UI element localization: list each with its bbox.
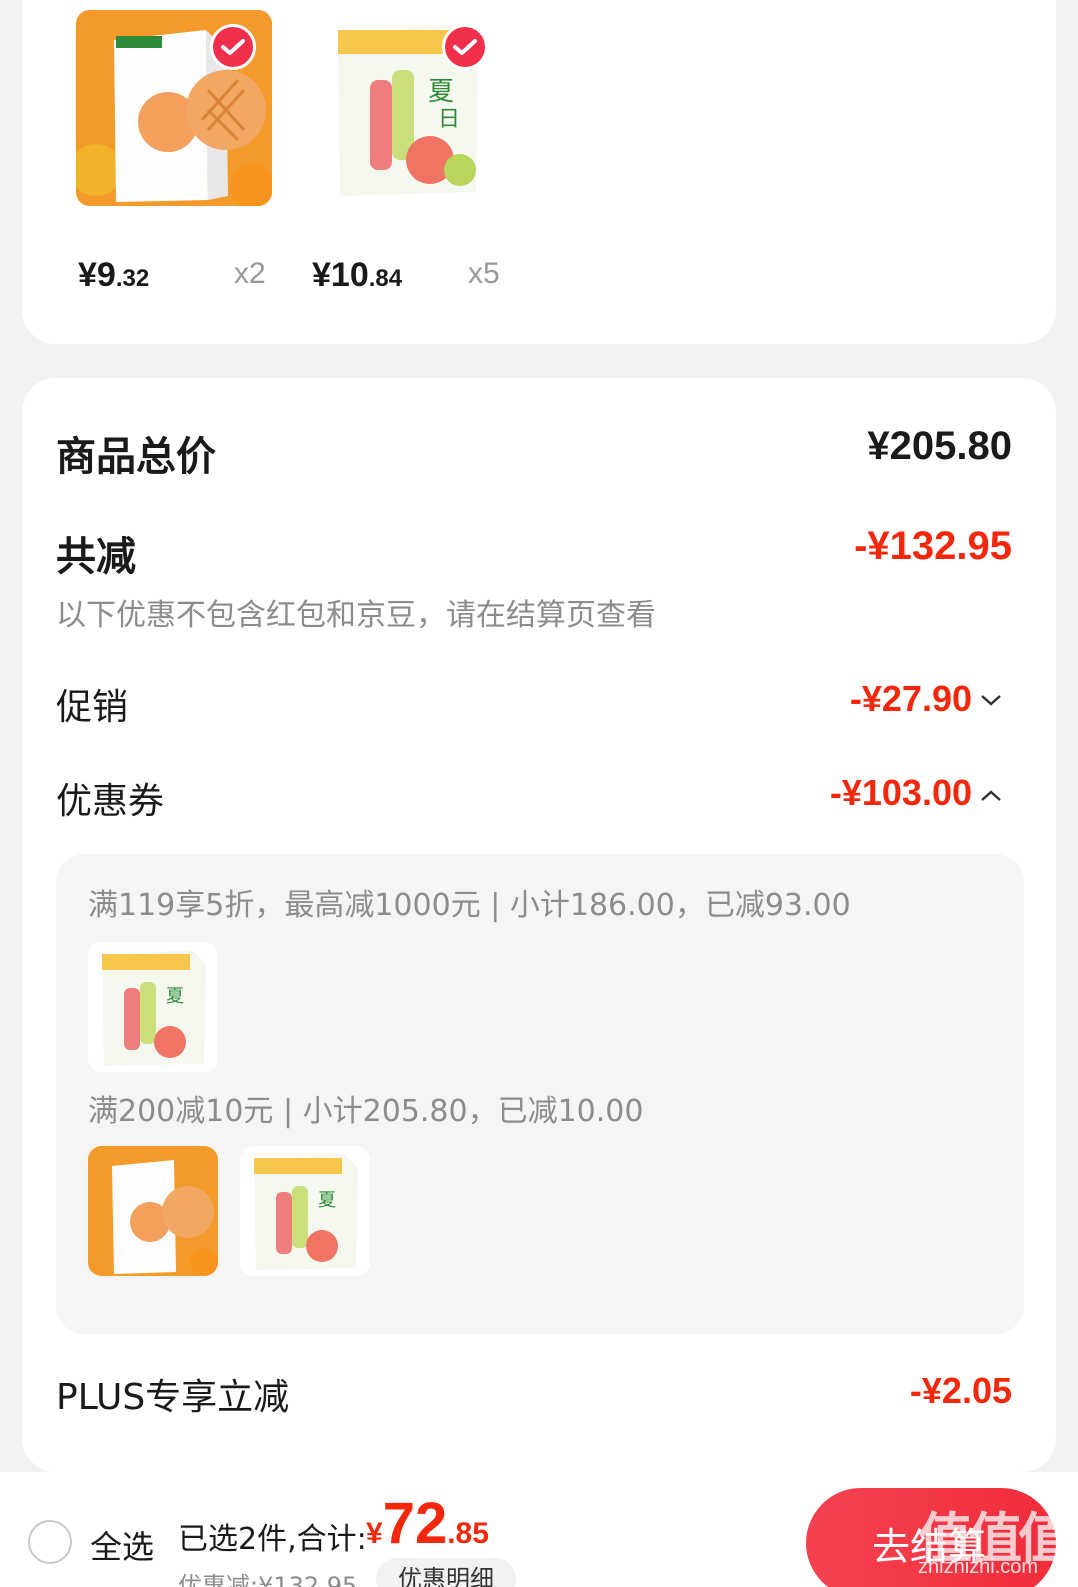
coupon-1-product-thumbnail: 夏 xyxy=(88,942,218,1072)
meiji-ice-cream-box-thumbnail: 夏 xyxy=(88,942,218,1072)
product-1-price: ¥9.32 xyxy=(78,256,150,294)
coupon-value[interactable]: -¥103.00 xyxy=(830,772,972,814)
chevron-up-icon[interactable] xyxy=(980,780,1002,810)
svg-text:夏: 夏 xyxy=(166,986,184,1007)
product-2-qty: x5 xyxy=(468,257,500,290)
plus-discount-label: PLUS专享立减 xyxy=(56,1377,290,1418)
selected-summary-text: 已选2件,合计: xyxy=(178,1522,367,1557)
discount-note: 以下优惠不包含红包和京豆，请在结算页查看 xyxy=(56,598,656,633)
total-price-label: 商品总价 xyxy=(56,434,216,480)
coupon-2-product-thumbnail-1 xyxy=(88,1146,218,1276)
meiji-ice-cream-box-thumbnail: 夏 xyxy=(240,1146,370,1276)
coupon-rule-2: 满200减10元 | 小计205.80，已减10.00 xyxy=(88,1094,644,1129)
select-all-radio[interactable] xyxy=(28,1520,72,1564)
discount-detail-button[interactable]: 优惠明细 xyxy=(376,1558,516,1587)
promo-label[interactable]: 促销 xyxy=(56,678,128,730)
plus-discount-value: -¥2.05 xyxy=(909,1370,1012,1411)
chevron-down-icon[interactable] xyxy=(980,684,1002,714)
selected-check-icon[interactable] xyxy=(210,24,256,70)
coupon-rule-1: 满119享5折，最高减1000元 | 小计186.00，已减93.00 xyxy=(88,888,851,923)
select-all-label[interactable]: 全选 xyxy=(90,1522,154,1568)
reduce-label: 共减 xyxy=(56,534,136,580)
ice-cream-box-orange-thumbnail xyxy=(88,1146,218,1276)
svg-text:夏: 夏 xyxy=(428,77,454,107)
product-1-qty: x2 xyxy=(234,257,266,290)
discount-total-text: 优惠减:¥132.95 xyxy=(178,1572,358,1587)
total-amount: ¥72.85 xyxy=(366,1491,489,1556)
reduce-value: -¥132.95 xyxy=(854,524,1012,568)
svg-text:日: 日 xyxy=(438,107,460,132)
watermark-url: zhizhizhi.com xyxy=(918,1556,1039,1578)
product-2-price: ¥10.84 xyxy=(312,256,403,294)
total-price-value: ¥205.80 xyxy=(867,424,1012,468)
coupon-2-product-thumbnail-2: 夏 xyxy=(240,1146,370,1276)
coupon-label[interactable]: 优惠券 xyxy=(56,772,164,824)
coupon-detail-panel: 满119享5折，最高减1000元 | 小计186.00，已减93.00 夏 满2… xyxy=(56,854,1024,1334)
svg-text:夏: 夏 xyxy=(318,1190,336,1211)
promo-value[interactable]: -¥27.90 xyxy=(850,678,972,720)
selected-check-icon[interactable] xyxy=(442,24,488,70)
